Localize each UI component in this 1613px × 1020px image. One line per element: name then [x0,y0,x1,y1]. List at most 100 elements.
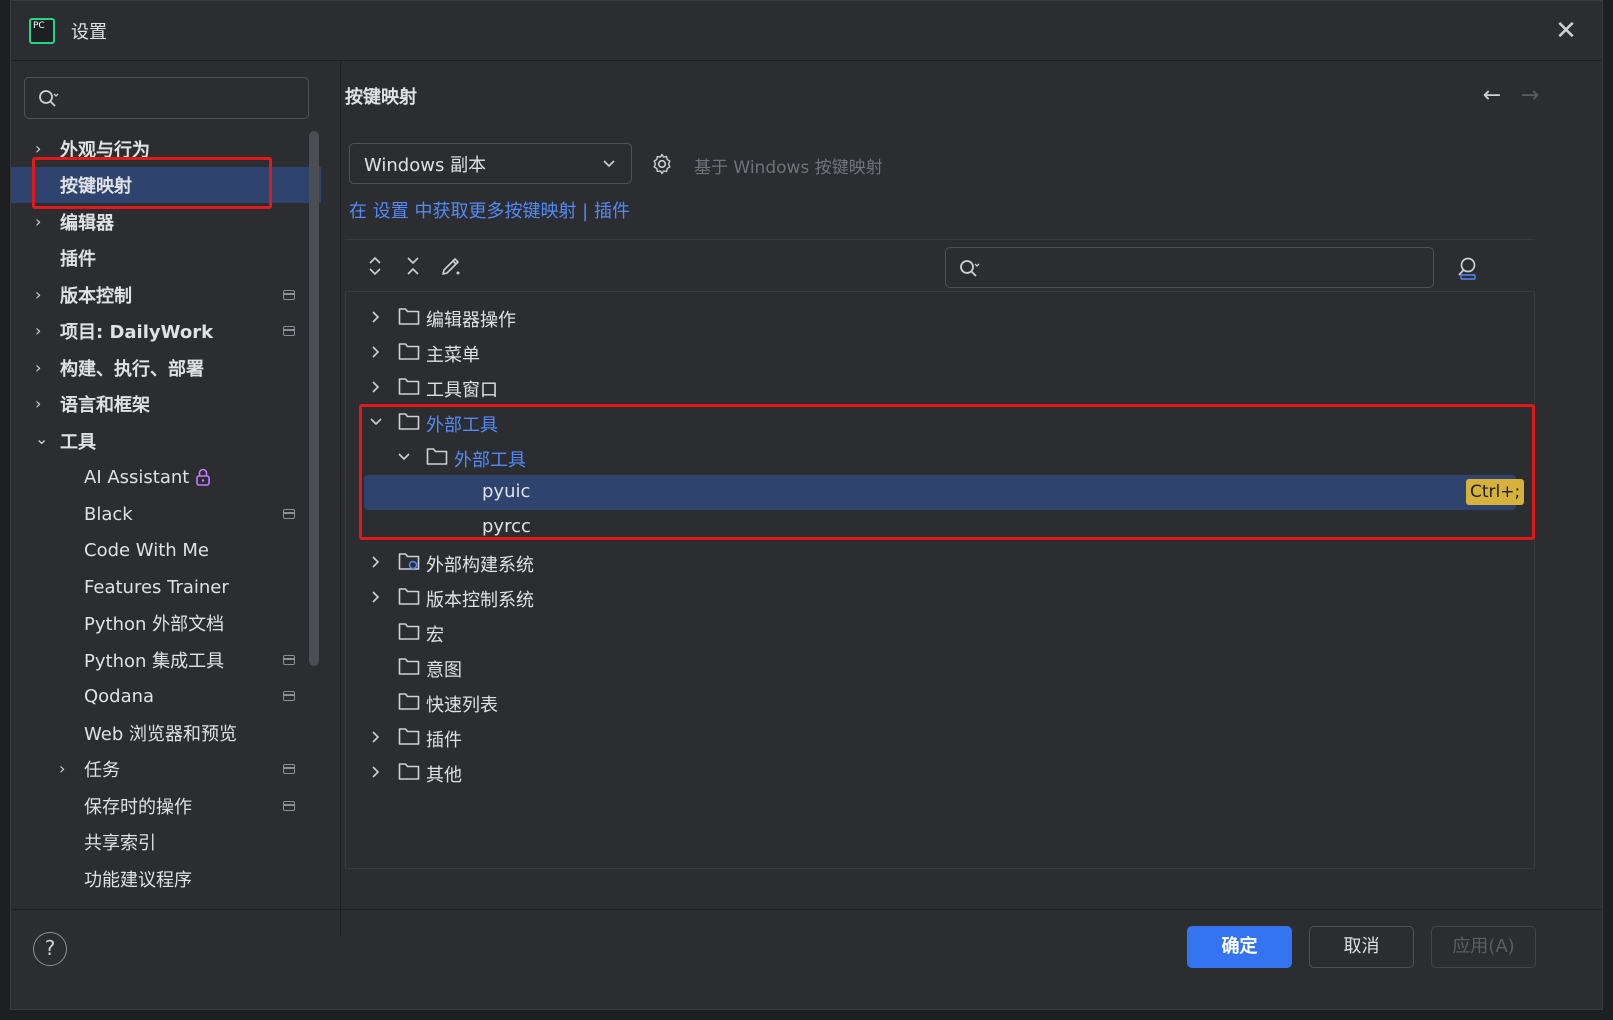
back-arrow-icon[interactable]: ← [1479,83,1505,109]
sidebar-item-web-browsers[interactable]: Web 浏览器和预览 [11,715,321,751]
folder-icon [398,693,420,710]
window-title: 设置 [71,21,107,43]
sidebar-item-label: Web 浏览器和预览 [84,724,237,745]
tree-row-label: 版本控制系统 [426,590,534,611]
search-icon [39,90,59,107]
chevron-right-icon[interactable] [368,344,384,360]
background-edge-right [1603,0,1613,1020]
sidebar-item-feature-suggester[interactable]: 功能建议程序 [11,861,321,897]
tree-row[interactable]: 宏 [346,615,1534,650]
sidebar-item-label: Qodana [84,685,155,707]
sidebar-item-label: 共享索引 [84,833,156,854]
chevron-right-icon[interactable]: › [35,141,51,157]
tree-row-label: 意图 [426,660,462,681]
sidebar-item-label: AI Assistant [84,466,190,488]
sidebar-item-features-trainer[interactable]: Features Trainer [11,569,321,605]
tree-row-label: 外部构建系统 [426,555,534,576]
tree-row[interactable]: 版本控制系统 [346,580,1534,615]
tree-row[interactable]: 主菜单 [346,335,1534,370]
chevron-down-icon[interactable] [396,449,412,465]
tree-row[interactable]: 其他 [346,755,1534,790]
chevron-right-icon[interactable]: › [59,761,75,777]
lock-icon [196,468,210,486]
chevron-right-icon[interactable]: › [35,360,51,376]
close-button[interactable]: ✕ [1552,17,1580,45]
sidebar-item-tools[interactable]: ⌄ 工具 [11,423,321,459]
tree-row[interactable]: pyuic Ctrl+; [364,475,1525,510]
sidebar-item-shared-indexes[interactable]: 共享索引 [11,824,321,860]
folder-icon [426,448,448,465]
sidebar-item-ai-assistant[interactable]: AI Assistant [11,459,321,495]
sidebar-item-code-with-me[interactable]: Code With Me [11,532,321,568]
get-more-keymaps-link[interactable]: 在 设置 中获取更多按键映射 | 插件 [349,197,630,223]
sidebar-item-languages[interactable]: › 语言和框架 [11,386,321,422]
sidebar-item-python-docs[interactable]: Python 外部文档 [11,605,321,641]
find-by-shortcut-icon[interactable] [1455,255,1481,281]
sidebar-item-project[interactable]: › 项目: DailyWork [11,313,321,349]
sidebar-item-appearance[interactable]: › 外观与行为 [11,131,321,167]
tree-row-label: 快速列表 [426,695,498,716]
action-search-input[interactable] [945,247,1434,288]
chevron-right-icon[interactable] [368,379,384,395]
sidebar-scrollbar[interactable] [309,131,319,666]
folder-gear-icon [398,553,420,570]
sidebar-item-build[interactable]: › 构建、执行、部署 [11,350,321,386]
search-icon [960,260,980,277]
folder-icon [398,413,420,430]
tree-row[interactable]: 外部工具 [346,405,1534,440]
sidebar-item-label: 项目: DailyWork [60,322,214,343]
chevron-down-icon[interactable]: ⌄ [35,431,51,447]
sidebar-item-vcs[interactable]: › 版本控制 [11,277,321,313]
tree-row[interactable]: 插件 [346,720,1534,755]
keymap-dropdown[interactable]: Windows 副本 [349,143,632,184]
chevron-right-icon[interactable] [368,554,384,570]
tree-row[interactable]: pyrcc [346,510,1534,545]
collapse-all-icon[interactable] [401,254,425,278]
tree-row[interactable]: 编辑器操作 [346,300,1534,335]
project-level-icon [283,764,295,774]
sidebar-item-python-tools[interactable]: Python 集成工具 [11,642,321,678]
chevron-right-icon[interactable]: › [35,287,51,303]
help-button[interactable]: ? [33,932,67,966]
sidebar-item-label: Black [84,503,133,525]
chevron-right-icon[interactable]: › [35,323,51,339]
sidebar-item-keymap[interactable]: 按键映射 [11,167,321,203]
tree-row[interactable]: 外部工具 [346,440,1534,475]
sidebar-item-editor[interactable]: › 编辑器 [11,204,321,240]
sidebar-search-input[interactable] [24,77,309,119]
tree-row[interactable]: 外部构建系统 [346,545,1534,580]
tree-row[interactable]: 工具窗口 [346,370,1534,405]
cancel-button[interactable]: 取消 [1309,926,1414,968]
expand-all-icon[interactable] [363,254,387,278]
chevron-down-icon[interactable] [368,414,384,430]
sidebar-item-plugins[interactable]: 插件 [11,240,321,276]
chevron-right-icon[interactable]: › [35,396,51,412]
apply-button[interactable]: 应用(A) [1431,926,1536,968]
title-bar: 设置 ✕ [11,1,1602,61]
ok-button[interactable]: 确定 [1187,926,1292,968]
project-level-icon [283,655,295,665]
sidebar-item-qodana[interactable]: Qodana [11,678,321,714]
chevron-right-icon[interactable] [368,309,384,325]
tree-row[interactable]: 快速列表 [346,685,1534,720]
chevron-right-icon[interactable] [368,729,384,745]
sidebar-item-tasks[interactable]: › 任务 [11,751,321,787]
background-edge-left [0,0,10,1020]
chevron-right-icon[interactable]: › [35,214,51,230]
sidebar-item-actions-on-save[interactable]: 保存时的操作 [11,788,321,824]
gear-icon[interactable] [650,152,674,176]
edit-pencil-icon[interactable] [439,254,463,278]
chevron-right-icon[interactable] [368,764,384,780]
tree-row-label: 外部工具 [426,415,498,436]
sidebar-item-label: Python 集成工具 [84,651,225,672]
chevron-right-icon[interactable] [368,589,384,605]
divider [345,239,1535,240]
sidebar-item-label: 语言和框架 [60,395,150,416]
based-on-text: 基于 Windows 按键映射 [694,158,883,178]
sidebar-item-label: 功能建议程序 [84,870,192,891]
forward-arrow-icon[interactable]: → [1517,83,1543,109]
sidebar-item-black[interactable]: Black [11,496,321,532]
tree-row[interactable]: 意图 [346,650,1534,685]
sidebar-item-label: Code With Me [84,539,209,561]
folder-icon [398,623,420,640]
